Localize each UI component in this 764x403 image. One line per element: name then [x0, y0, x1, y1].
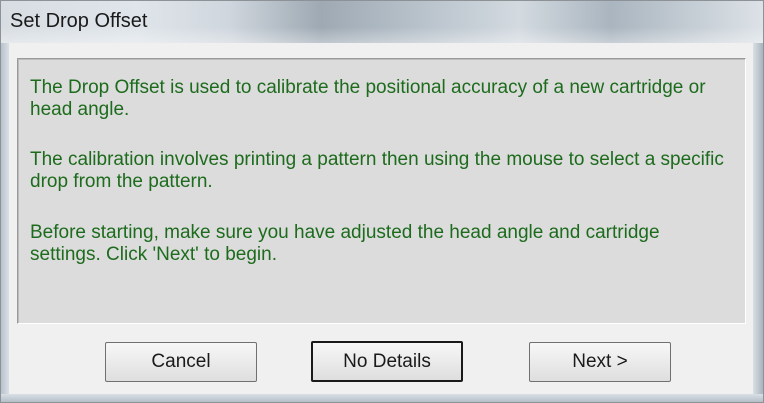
next-button[interactable]: Next >: [529, 342, 671, 382]
window-frame-left: [1, 43, 9, 402]
set-drop-offset-dialog: Set Drop Offset The Drop Offset is used …: [0, 0, 764, 403]
window-frame-bottom: [1, 394, 763, 402]
window-frame-right: [753, 43, 763, 402]
no-details-button[interactable]: No Details: [311, 341, 463, 382]
window-title: Set Drop Offset: [10, 10, 148, 32]
intro-paragraph: The Drop Offset is used to calibrate the…: [30, 77, 706, 120]
dialog-body: The Drop Offset is used to calibrate the…: [9, 43, 753, 394]
calibration-paragraph: The calibration involves printing a patt…: [30, 149, 724, 192]
cancel-button[interactable]: Cancel: [105, 342, 257, 382]
message-panel: The Drop Offset is used to calibrate the…: [17, 58, 746, 324]
instructions-paragraph: Before starting, make sure you have adju…: [30, 222, 660, 265]
title-bar[interactable]: Set Drop Offset: [1, 1, 763, 43]
